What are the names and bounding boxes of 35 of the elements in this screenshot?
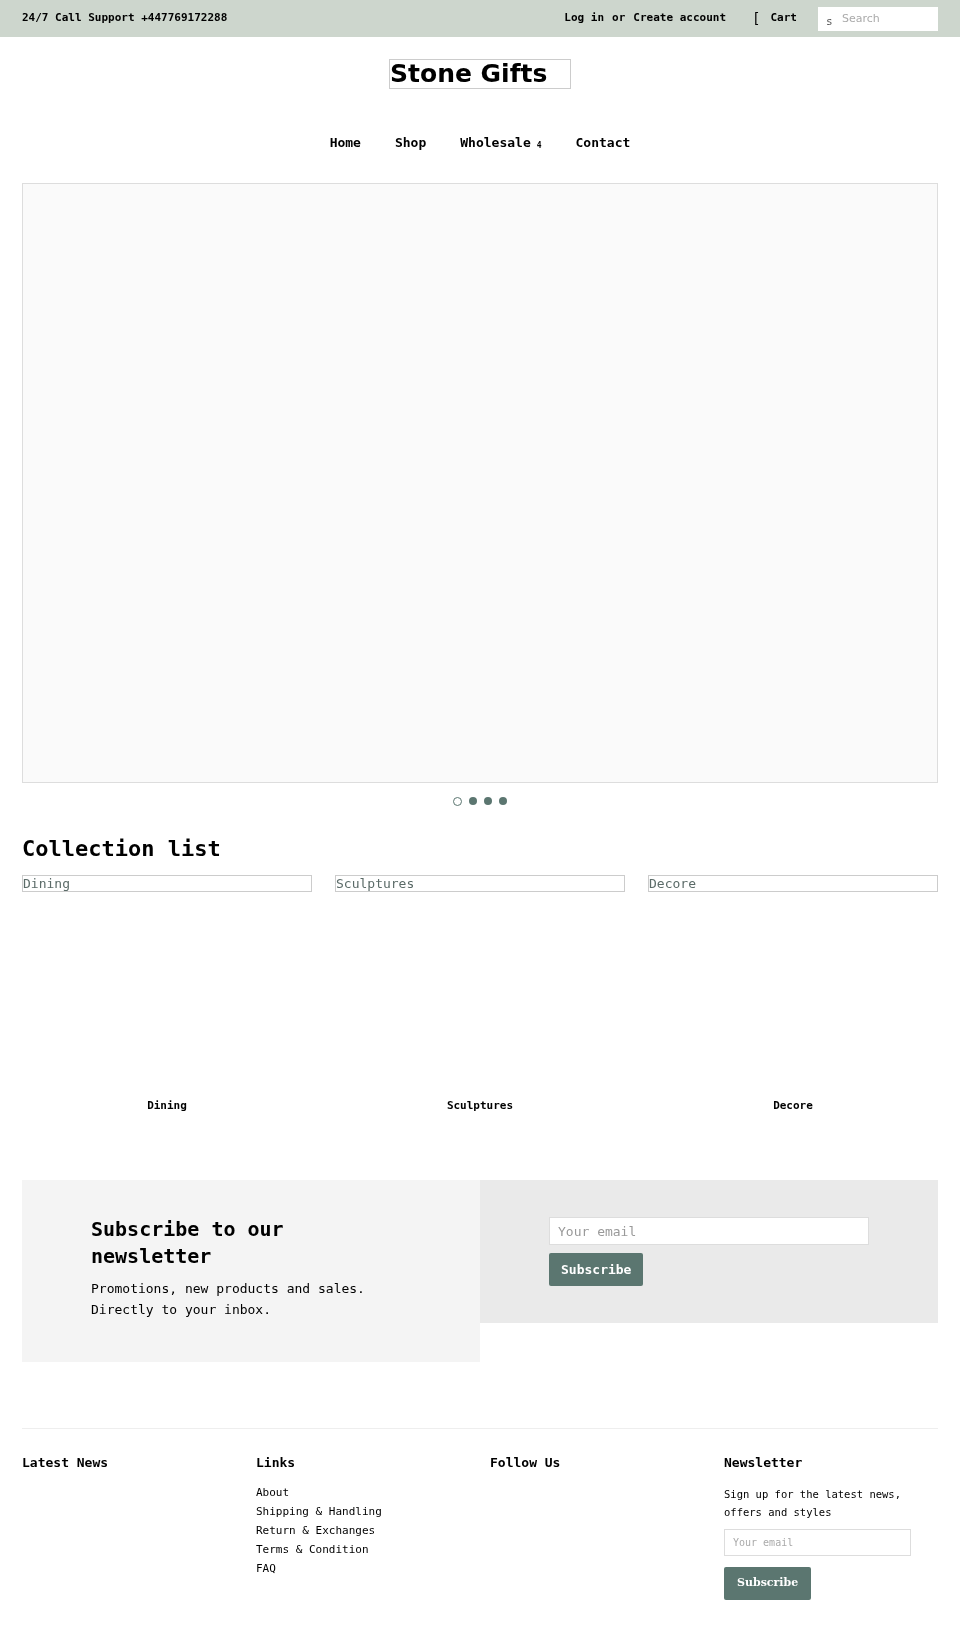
collection-title[interactable]: Dining: [147, 1097, 187, 1114]
footer-link[interactable]: FAQ: [256, 1560, 470, 1576]
nav-link[interactable]: Contact: [575, 133, 631, 153]
email-field[interactable]: Your email: [549, 1217, 869, 1245]
login-link[interactable]: Log in: [564, 10, 605, 27]
image-placeholder[interactable]: Dining: [22, 874, 312, 892]
support-text: 24/7 Call Support +447769172288: [22, 10, 228, 27]
or-text: or: [612, 10, 626, 27]
nav-link[interactable]: Wholesale 4: [460, 133, 542, 153]
footer-link[interactable]: Shipping & Handling: [256, 1503, 470, 1519]
footer-heading: Follow Us: [490, 1454, 562, 1472]
search-icon: s: [826, 15, 833, 28]
store-logo[interactable]: Stone Gifts: [389, 59, 571, 89]
nav-link[interactable]: Shop: [394, 133, 427, 153]
subscribe-button[interactable]: Subscribe: [549, 1253, 644, 1286]
create-account-link[interactable]: Create account: [633, 10, 727, 27]
image-placeholder[interactable]: Decore: [648, 874, 938, 892]
collection-title[interactable]: Sculptures: [446, 1097, 514, 1114]
image-placeholder[interactable]: Sculptures: [335, 874, 625, 892]
cart-icon: [: [752, 8, 761, 29]
footer-heading: Latest News: [22, 1454, 110, 1472]
cart-link[interactable]: Cart: [770, 10, 797, 27]
nav-link[interactable]: Home: [329, 133, 361, 153]
newsletter-text: Promotions, new products and sales. Directly to your inbox.: [91, 1280, 366, 1319]
footer-email-field[interactable]: Your email: [724, 1528, 911, 1556]
newsletter-title: Subscribe to our newsletter: [91, 1216, 285, 1270]
collection-title[interactable]: Decore: [773, 1097, 813, 1114]
footer-heading: Links: [256, 1454, 297, 1472]
section-title: Collection list: [22, 834, 222, 863]
footer-link[interactable]: Terms & Condition: [256, 1541, 470, 1557]
footer-link[interactable]: About: [256, 1484, 470, 1500]
footer-newsletter-text: Sign up for the latest news, offers and styles: [724, 1486, 902, 1520]
footer-heading: Newsletter: [724, 1454, 804, 1472]
footer-subscribe-button[interactable]: Subscribe: [724, 1566, 812, 1600]
footer-link[interactable]: Return & Exchanges: [256, 1522, 470, 1538]
